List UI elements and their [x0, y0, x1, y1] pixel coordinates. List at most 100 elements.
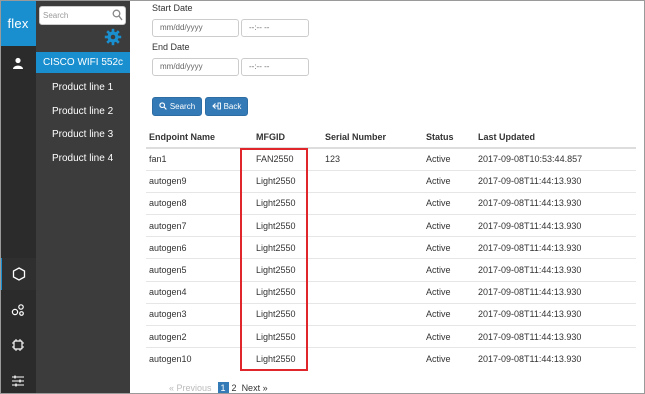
table-cell: Active	[423, 236, 475, 259]
sidebar-item-product-line-2[interactable]: Product line 2	[52, 106, 113, 117]
column-header[interactable]: Endpoint Name	[146, 127, 253, 149]
table-cell: Light2550	[253, 214, 322, 237]
end-date-label: End Date	[152, 42, 190, 52]
table-cell: Active	[423, 302, 475, 326]
column-header[interactable]: MFGID	[253, 127, 322, 149]
chip-icon[interactable]	[0, 329, 36, 361]
table-cell: 123	[322, 147, 423, 171]
table-cell	[322, 191, 423, 215]
endpoints-table: Endpoint Name MFGID Serial Number Status…	[146, 127, 636, 370]
icon-rail: flex	[0, 0, 36, 394]
table-row[interactable]: autogen2 Light2550 Active 2017-09-08T11:44:…	[146, 324, 636, 348]
table-cell: autogen5	[146, 258, 253, 282]
table-cell	[322, 258, 423, 282]
back-icon	[211, 102, 221, 112]
table-cell: FAN2550	[253, 147, 322, 171]
sidebar-item-product-line-1[interactable]: Product line 1	[52, 82, 113, 93]
table-cell: Light2550	[253, 280, 322, 304]
table-cell: autogen6	[146, 236, 253, 259]
table-cell: Active	[423, 191, 475, 215]
table-cell: 2017-09-08T11:44:13.930	[475, 214, 636, 237]
table-cell: 2017-09-08T11:44:13.930	[475, 236, 636, 259]
table-row[interactable]: autogen8 Light2550 Active 2017-09-08T11:44:…	[146, 191, 636, 215]
column-header[interactable]: Serial Number	[322, 127, 423, 149]
table-cell: Active	[423, 258, 475, 282]
hexagon-icon[interactable]	[0, 258, 36, 290]
table-row[interactable]: autogen3 Light2550 Active 2017-09-08T11:44:…	[146, 302, 636, 326]
search-icon[interactable]	[112, 9, 123, 24]
user-icon[interactable]	[0, 47, 36, 79]
search-button[interactable]: Search	[152, 97, 202, 116]
table-cell: autogen4	[146, 280, 253, 304]
table-cell: Active	[423, 214, 475, 237]
table-cell	[322, 324, 423, 348]
table-cell: 2017-09-08T11:44:13.930	[475, 302, 636, 326]
table-cell: Active	[423, 324, 475, 348]
table-cell: fan1	[146, 147, 253, 171]
table-cell: autogen2	[146, 324, 253, 348]
table-cell: Light2550	[253, 236, 322, 259]
table-cell: autogen9	[146, 169, 253, 193]
table-cell: 2017-09-08T10:53:44.857	[475, 147, 636, 171]
search-button-label: Search	[169, 102, 196, 111]
table-cell: 2017-09-08T11:44:13.930	[475, 347, 636, 370]
table-cell: Active	[423, 147, 475, 171]
table-cell: autogen8	[146, 191, 253, 215]
next-page-link[interactable]: Next »	[242, 383, 268, 393]
table-cell: autogen3	[146, 302, 253, 326]
table-cell: Light2550	[253, 347, 322, 370]
table-cell: 2017-09-08T11:44:13.930	[475, 258, 636, 282]
table-row[interactable]: autogen4 Light2550 Active 2017-09-08T11:44:…	[146, 280, 636, 304]
table-row[interactable]: autogen5 Light2550 Active 2017-09-08T11:44:…	[146, 258, 636, 282]
table-cell: Light2550	[253, 302, 322, 326]
start-time-input[interactable]: --:-- --	[241, 19, 309, 37]
table-cell: Active	[423, 347, 475, 370]
table-cell: Active	[423, 169, 475, 193]
device-header[interactable]: CISCO WIFI 552c	[36, 52, 130, 73]
end-date-input[interactable]: mm/dd/yyyy	[152, 58, 239, 76]
pagination: « Previous 1 2 Next »	[169, 382, 273, 394]
sliders-icon[interactable]	[0, 365, 36, 394]
table-cell: 2017-09-08T11:44:13.930	[475, 280, 636, 304]
table-row[interactable]: autogen7 Light2550 Active 2017-09-08T11:44:…	[146, 214, 636, 237]
search-icon	[159, 101, 167, 112]
main-content: Start Date mm/dd/yyyy --:-- -- End Date …	[130, 0, 645, 394]
table-cell: Light2550	[253, 324, 322, 348]
table-row[interactable]: fan1 FAN2550 123 Active 2017-09-08T10:53:44.…	[146, 147, 636, 171]
sidebar-item-product-line-3[interactable]: Product line 3	[52, 129, 113, 140]
table-cell: Light2550	[253, 191, 322, 215]
table-cell: 2017-09-08T11:44:13.930	[475, 324, 636, 348]
previous-page-link: « Previous	[169, 383, 212, 393]
table-cell: Active	[423, 280, 475, 304]
nodes-icon[interactable]	[0, 294, 36, 326]
table-cell	[322, 214, 423, 237]
column-header[interactable]: Status	[423, 127, 475, 149]
table-row[interactable]: autogen9 Light2550 Active 2017-09-08T11:44:…	[146, 169, 636, 193]
table-row[interactable]: autogen10 Light2550 Active 2017-09-08T11:44…	[146, 347, 636, 370]
page-link-2[interactable]: 2	[232, 383, 237, 393]
table-cell	[322, 280, 423, 304]
table-cell: 2017-09-08T11:44:13.930	[475, 191, 636, 215]
table-cell	[322, 347, 423, 370]
table-cell	[322, 302, 423, 326]
back-button[interactable]: Back	[205, 97, 248, 116]
table-cell: autogen7	[146, 214, 253, 237]
gear-icon[interactable]	[104, 28, 122, 49]
table-cell: Light2550	[253, 169, 322, 193]
back-button-label: Back	[223, 102, 242, 111]
column-header[interactable]: Last Updated	[475, 127, 636, 149]
sidebar-search[interactable]	[39, 6, 126, 25]
table-cell: Light2550	[253, 258, 322, 282]
table-header-row: Endpoint Name MFGID Serial Number Status…	[146, 127, 636, 149]
start-date-input[interactable]: mm/dd/yyyy	[152, 19, 239, 37]
table-row[interactable]: autogen6 Light2550 Active 2017-09-08T11:44:…	[146, 236, 636, 259]
table-cell: autogen10	[146, 347, 253, 370]
sidebar-item-product-line-4[interactable]: Product line 4	[52, 153, 113, 164]
sidebar: CISCO WIFI 552c Product line 1 Product l…	[36, 0, 130, 394]
end-time-input[interactable]: --:-- --	[241, 58, 309, 76]
table-cell	[322, 236, 423, 259]
page-link-1[interactable]: 1	[217, 382, 229, 394]
flex-logo[interactable]: flex	[0, 0, 36, 46]
start-date-label: Start Date	[152, 3, 193, 13]
search-input[interactable]	[40, 7, 112, 24]
